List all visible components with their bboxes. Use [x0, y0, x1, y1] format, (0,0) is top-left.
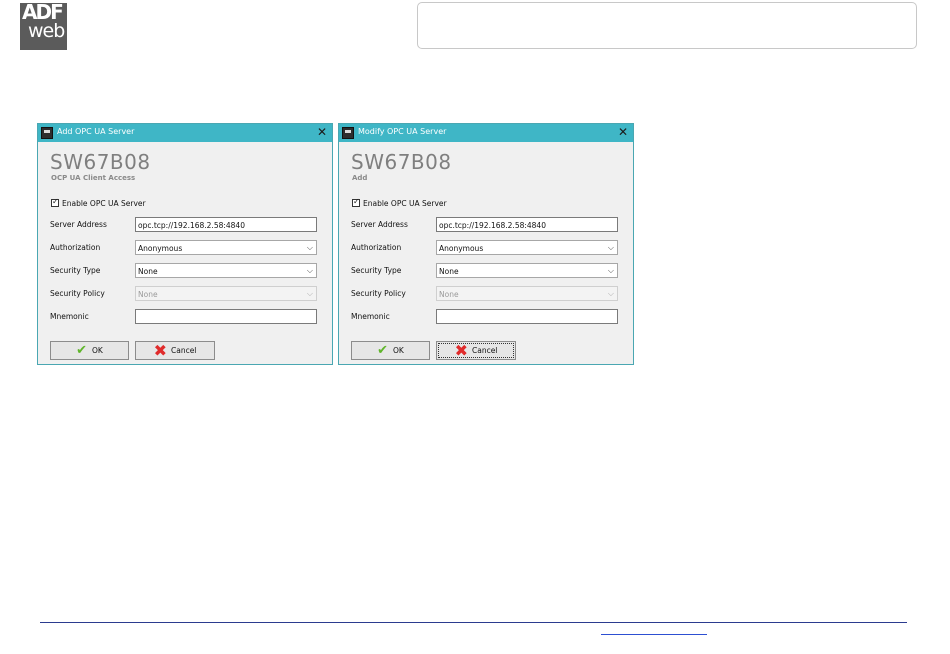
authorization-label: Authorization [351, 243, 402, 252]
ok-button-label: OK [393, 346, 404, 355]
cancel-button[interactable]: ✖ Cancel [135, 341, 215, 360]
authorization-label: Authorization [50, 243, 101, 252]
add-opc-ua-server-dialog: Add OPC UA Server ✕ SW67B08 OCP UA Clien… [37, 123, 333, 365]
chevron-down-icon: ⌵ [306, 266, 313, 275]
server-address-input[interactable]: opc.tcp://192.168.2.58:4840 [135, 217, 317, 232]
security-type-select[interactable]: None ⌵ [135, 263, 317, 278]
ok-button-label: OK [92, 346, 103, 355]
enable-opc-ua-server-checkbox[interactable]: Enable OPC UA Server [352, 197, 447, 208]
dialog-subtitle: OCP UA Client Access [51, 174, 136, 182]
chevron-down-icon: ⌵ [306, 243, 313, 252]
security-policy-label: Security Policy [351, 289, 406, 298]
authorization-value: Anonymous [138, 244, 183, 253]
checkbox-checked-icon[interactable] [51, 197, 59, 207]
app-icon [41, 127, 53, 139]
security-policy-label: Security Policy [50, 289, 105, 298]
chevron-down-icon: ⌵ [306, 289, 313, 298]
mnemonic-input[interactable] [436, 309, 618, 324]
logo-text-bottom: web [28, 20, 65, 42]
security-policy-value: None [439, 290, 459, 299]
security-type-label: Security Type [351, 266, 402, 275]
close-icon[interactable]: ✕ [618, 125, 628, 139]
cross-icon: ✖ [153, 340, 167, 360]
server-address-input[interactable]: opc.tcp://192.168.2.58:4840 [436, 217, 618, 232]
server-address-value: opc.tcp://192.168.2.58:4840 [439, 221, 546, 230]
dialog-titlebar: Add OPC UA Server ✕ [38, 124, 332, 142]
authorization-select[interactable]: Anonymous ⌵ [135, 240, 317, 255]
chevron-down-icon: ⌵ [607, 289, 614, 298]
checkmark-icon: ✔ [76, 342, 88, 358]
mnemonic-input[interactable] [135, 309, 317, 324]
dialog-title: Modify OPC UA Server [358, 127, 447, 136]
chevron-down-icon: ⌵ [607, 243, 614, 252]
server-address-label: Server Address [50, 220, 107, 229]
checkbox-checked-icon[interactable] [352, 197, 360, 207]
enable-opc-ua-server-label: Enable OPC UA Server [62, 198, 146, 208]
cancel-button-label: Cancel [170, 346, 197, 355]
server-address-value: opc.tcp://192.168.2.58:4840 [138, 221, 245, 230]
server-address-label: Server Address [351, 220, 408, 229]
security-policy-select: None ⌵ [436, 286, 618, 301]
chevron-down-icon: ⌵ [607, 266, 614, 275]
mnemonic-label: Mnemonic [351, 312, 390, 321]
security-type-select[interactable]: None ⌵ [436, 263, 618, 278]
close-icon[interactable]: ✕ [317, 125, 327, 139]
product-code: SW67B08 [351, 150, 452, 174]
cancel-button[interactable]: ✖ Cancel [436, 341, 516, 360]
modify-opc-ua-server-dialog: Modify OPC UA Server ✕ SW67B08 Add Enabl… [338, 123, 634, 365]
authorization-value: Anonymous [439, 244, 484, 253]
dialog-titlebar: Modify OPC UA Server ✕ [339, 124, 633, 142]
header-box [417, 2, 917, 49]
dialog-subtitle: Add [352, 174, 368, 182]
footer-divider [40, 622, 907, 623]
dialog-title: Add OPC UA Server [57, 127, 135, 136]
footer-link[interactable] [601, 629, 707, 635]
authorization-select[interactable]: Anonymous ⌵ [436, 240, 618, 255]
app-icon [342, 127, 354, 139]
ok-button[interactable]: ✔ OK [351, 341, 430, 360]
checkmark-icon: ✔ [377, 342, 389, 358]
enable-opc-ua-server-checkbox[interactable]: Enable OPC UA Server [51, 197, 146, 208]
cross-icon: ✖ [454, 340, 468, 360]
enable-opc-ua-server-label: Enable OPC UA Server [363, 198, 447, 208]
security-type-value: None [439, 267, 459, 276]
security-policy-value: None [138, 290, 158, 299]
security-policy-select: None ⌵ [135, 286, 317, 301]
adfweb-logo: ADF web [20, 3, 67, 50]
mnemonic-label: Mnemonic [50, 312, 89, 321]
ok-button[interactable]: ✔ OK [50, 341, 129, 360]
product-code: SW67B08 [50, 150, 151, 174]
security-type-label: Security Type [50, 266, 101, 275]
cancel-button-label: Cancel [471, 346, 498, 355]
security-type-value: None [138, 267, 158, 276]
